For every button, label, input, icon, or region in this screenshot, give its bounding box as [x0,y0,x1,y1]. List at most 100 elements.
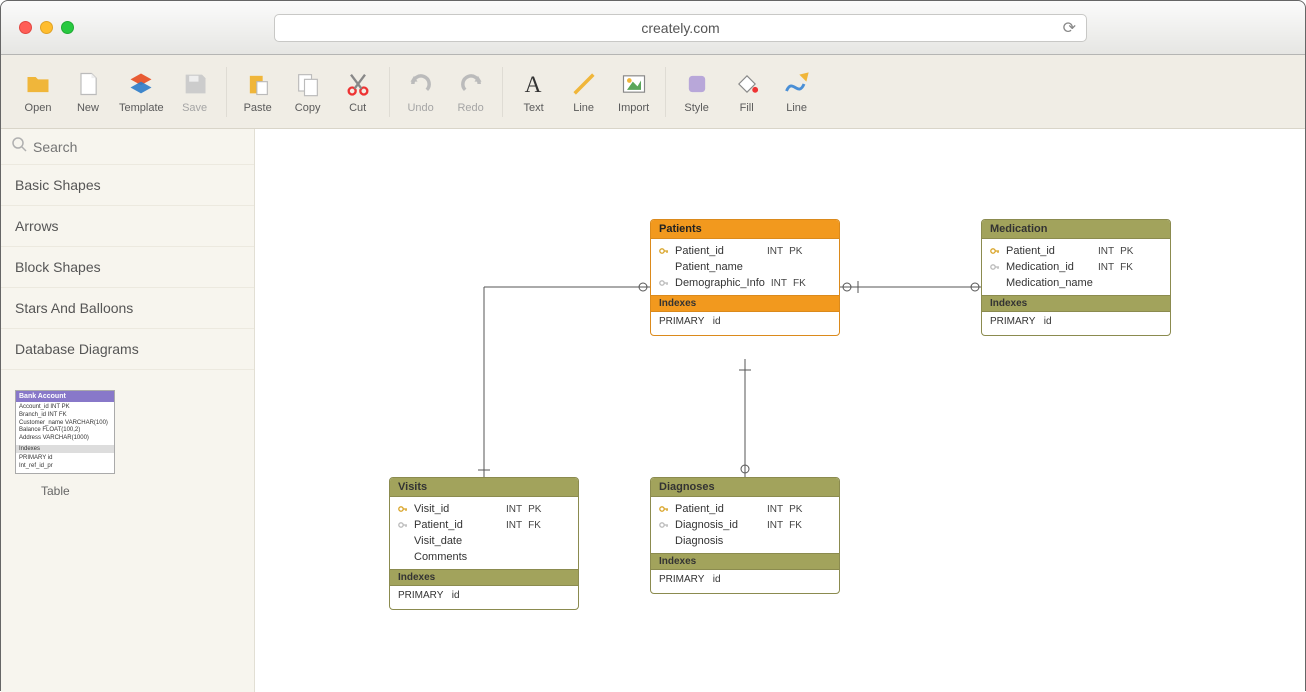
save-button[interactable]: Save [170,66,220,118]
entity-patients[interactable]: PatientsPatient_idINTPKPatient_nameDemog… [650,219,840,336]
field-row: Demographic_InfoINTFK [655,275,835,291]
entity-diagnoses[interactable]: DiagnosesPatient_idINTPKDiagnosis_idINTF… [650,477,840,594]
line-button[interactable]: Line [559,66,609,118]
field-key: PK [789,504,802,515]
field-key: PK [1120,246,1133,257]
toolbar-label: Undo [407,102,433,114]
toolbar-label: Line [573,102,594,114]
field-row: Patient_idINTPK [986,243,1166,259]
thumb-idx-label: Indexes [16,445,114,453]
blank-icon [398,536,408,546]
field-type: INT [767,520,783,531]
canvas[interactable]: PatientsPatient_idINTPKPatient_nameDemog… [255,129,1305,692]
new-button[interactable]: New [63,66,113,118]
copy-button[interactable]: Copy [283,66,333,118]
svg-text:A: A [524,72,541,98]
blank-icon [659,536,669,546]
foreign-key-icon [659,520,669,530]
field-name: Diagnosis [675,535,761,547]
undo-button[interactable]: Undo [396,66,446,118]
field-name: Medication_name [1006,277,1093,289]
search-input[interactable] [33,139,244,155]
field-name: Visit_id [414,503,500,515]
cut-button[interactable]: Cut [333,66,383,118]
field-name: Visit_date [414,535,500,547]
indexes-body: PRIMARY id [651,312,839,335]
toolbar-label: Fill [740,102,754,114]
foreign-key-icon [990,262,1000,272]
toolbar-label: Redo [457,102,483,114]
cut-icon [344,70,372,98]
undo-icon [407,70,435,98]
toolbar-label: Cut [349,102,366,114]
primary-key-icon [990,246,1000,256]
indexes-header: Indexes [651,295,839,312]
field-name: Comments [414,551,500,563]
reload-icon[interactable]: ⟳ [1063,18,1076,38]
entity-title: Visits [390,478,578,497]
redo-icon [457,70,485,98]
toolbar-label: New [77,102,99,114]
new-icon [74,70,102,98]
toolbar-label: Paste [244,102,272,114]
field-key: PK [528,504,541,515]
line-icon [570,70,598,98]
redo-button[interactable]: Redo [446,66,496,118]
import-icon [620,70,648,98]
field-type: INT [506,520,522,531]
field-name: Patient_id [414,519,500,531]
toolbar-label: Template [119,102,164,114]
field-key: FK [528,520,541,531]
indexes-body: PRIMARY id [982,312,1170,335]
sidebar-item-basic-shapes[interactable]: Basic Shapes [1,165,254,206]
style-icon [683,70,711,98]
field-row: Medication_idINTFK [986,259,1166,275]
search-row [1,129,254,165]
paste-button[interactable]: Paste [233,66,283,118]
paste-icon [244,70,272,98]
text-icon: A [520,70,548,98]
maximize-window-icon[interactable] [61,21,74,34]
field-row: Visit_idINTPK [394,501,574,517]
blank-icon [659,262,669,272]
primary-key-icon [659,504,669,514]
line2-button[interactable]: Line [772,66,822,118]
style-button[interactable]: Style [672,66,722,118]
field-name: Patient_id [675,503,761,515]
save-icon [181,70,209,98]
search-icon [11,136,27,157]
fill-button[interactable]: Fill [722,66,772,118]
blank-icon [398,552,408,562]
toolbar-label: Copy [295,102,321,114]
sidebar-item-arrows[interactable]: Arrows [1,206,254,247]
fill-icon [733,70,761,98]
field-type: INT [1098,246,1114,257]
template-button[interactable]: Template [113,66,170,118]
thumb-title: Bank Account [16,391,114,402]
text-button[interactable]: AText [509,66,559,118]
sidebar-item-stars-and-balloons[interactable]: Stars And Balloons [1,288,254,329]
browser-chrome: creately.com ⟳ [1,1,1305,55]
field-row: Diagnosis [655,533,835,549]
open-button[interactable]: Open [13,66,63,118]
entity-title: Medication [982,220,1170,239]
minimize-window-icon[interactable] [40,21,53,34]
shape-thumbnail[interactable]: Bank Account Account_id INT PKBranch_id … [15,390,115,474]
field-name: Demographic_Info [675,277,765,289]
entity-visits[interactable]: Visits Visit_idINTPK Patient_id INT FK Visit_… [389,477,579,610]
url-bar[interactable]: creately.com ⟳ [274,14,1087,42]
sidebar-item-block-shapes[interactable]: Block Shapes [1,247,254,288]
field-key: FK [789,520,802,531]
sidebar-item-database-diagrams[interactable]: Database Diagrams [1,329,254,370]
indexes-header: Indexes [390,569,578,586]
foreign-key-icon [659,278,669,288]
primary-key-icon [659,246,669,256]
close-window-icon[interactable] [19,21,32,34]
field-name: Patient_name [675,261,761,273]
import-button[interactable]: Import [609,66,659,118]
indexes-body: PRIMARY id [651,570,839,593]
field-type: INT [767,246,783,257]
entity-medication[interactable]: MedicationPatient_idINTPKMedication_idIN… [981,219,1171,336]
copy-icon [294,70,322,98]
field-type: INT [771,278,787,289]
